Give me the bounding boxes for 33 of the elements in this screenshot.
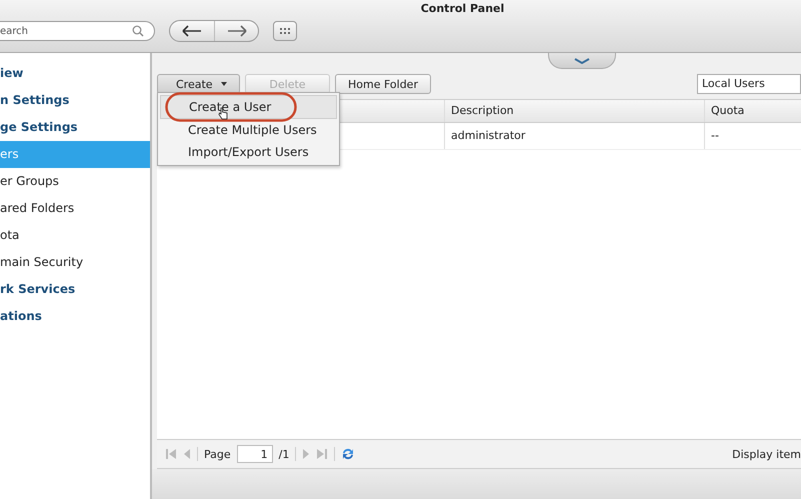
toolbar-button[interactable]: Home Folder [335,74,431,94]
dot-grid-icon [279,27,291,35]
search-icon [132,25,144,37]
sidebar-item[interactable]: iew [0,60,150,87]
menu-item[interactable]: Create Multiple Users [158,119,339,141]
menu-item[interactable]: Import/Export Users [158,141,339,163]
right-arrow-icon [226,25,248,37]
sidebar-item[interactable]: n Settings [0,87,150,114]
window-title: Control Panel [420,1,506,17]
sidebar-item[interactable]: ge Settings [0,114,150,141]
page-input[interactable]: 1 [236,445,273,463]
table-cell-text: -- [710,128,720,144]
page-total: /1 [278,448,290,460]
sidebar-item[interactable]: ations [0,303,150,330]
column-header: Description [445,100,705,122]
column-header: Quota [710,103,746,119]
table-cell: administrator [445,123,705,149]
dropdown-button[interactable]: Create [157,74,240,94]
user-type-select[interactable]: Local Users [697,74,801,94]
page-label: Page [204,448,231,460]
sidebar-item[interactable]: rk Services [0,276,150,303]
menu-item[interactable]: Create a User [160,95,337,119]
search-field[interactable]: earch [0,21,155,41]
chevron-down-icon [574,58,590,64]
refresh-icon[interactable] [341,447,356,461]
sidebar-item[interactable]: main Security [0,249,150,276]
sidebar-item[interactable]: ota [0,222,150,249]
sidebar-item[interactable]: er Groups [0,168,150,195]
left-arrow-icon [181,25,203,37]
apps-grid-button[interactable] [273,21,297,41]
collapse-tab[interactable] [548,53,616,69]
sidebar-item[interactable]: ared Folders [0,195,150,222]
display-items-label: Display item [732,448,801,460]
